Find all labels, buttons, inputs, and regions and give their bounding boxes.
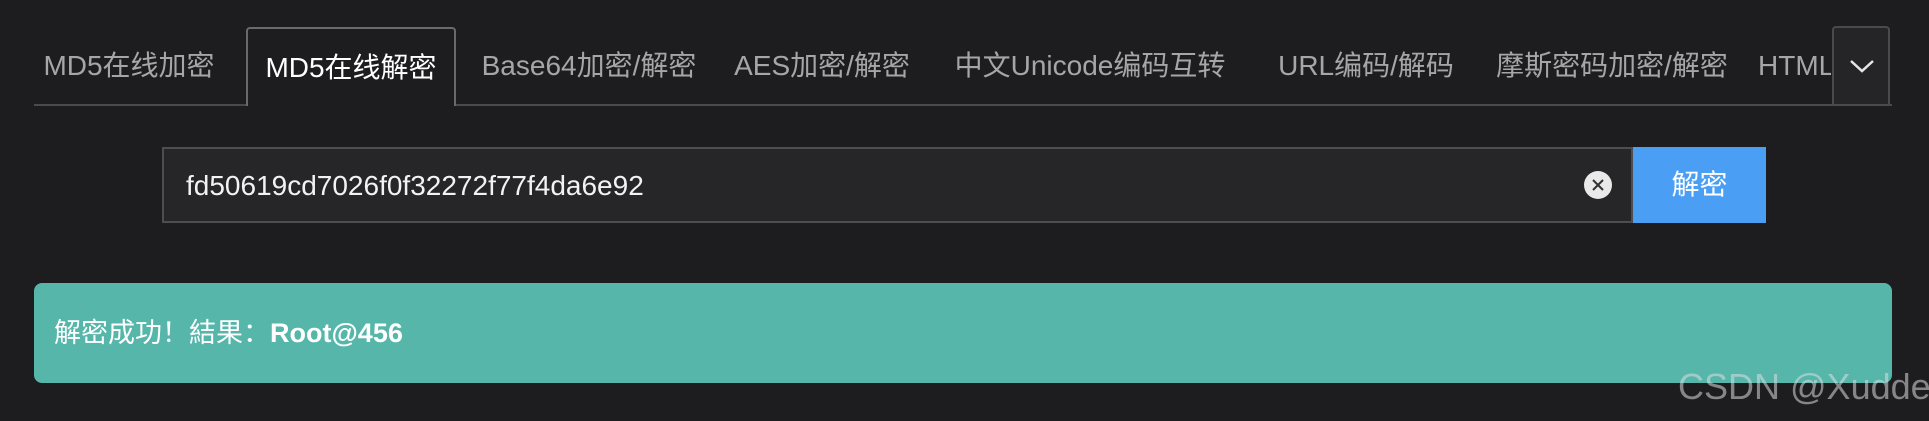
search-box: [162, 147, 1633, 223]
chevron-down-icon: [1850, 60, 1874, 73]
tab-bar: MD5在线加密 MD5在线解密 Base64加密/解密 AES加密/解密 中文U…: [34, 26, 1892, 106]
tab-more-button[interactable]: [1832, 26, 1890, 106]
tab-html[interactable]: HTML字: [1750, 27, 1831, 106]
result-alert: 解密成功！結果：Root@456: [34, 283, 1892, 383]
watermark: CSDN @Xudde.: [1678, 366, 1929, 407]
clear-button[interactable]: [1584, 171, 1612, 199]
tab-strip: MD5在线加密 MD5在线解密 Base64加密/解密 AES加密/解密 中文U…: [34, 27, 1831, 106]
result-value: Root@456: [270, 318, 403, 348]
result-prefix: 解密成功！結果：: [54, 318, 270, 348]
decrypt-button[interactable]: 解密: [1633, 147, 1766, 223]
tab-base64[interactable]: Base64加密/解密: [466, 27, 712, 106]
tab-morse[interactable]: 摩斯密码加密/解密: [1484, 27, 1740, 106]
tab-aes[interactable]: AES加密/解密: [722, 27, 922, 106]
close-icon: [1592, 179, 1604, 191]
hash-input[interactable]: [184, 149, 1538, 223]
tab-md5-encrypt[interactable]: MD5在线加密: [34, 27, 224, 106]
page: MD5在线加密 MD5在线解密 Base64加密/解密 AES加密/解密 中文U…: [0, 0, 1929, 421]
tab-unicode[interactable]: 中文Unicode编码互转: [932, 27, 1248, 106]
tab-url[interactable]: URL编码/解码: [1258, 27, 1474, 106]
tab-md5-decrypt[interactable]: MD5在线解密: [246, 27, 456, 106]
